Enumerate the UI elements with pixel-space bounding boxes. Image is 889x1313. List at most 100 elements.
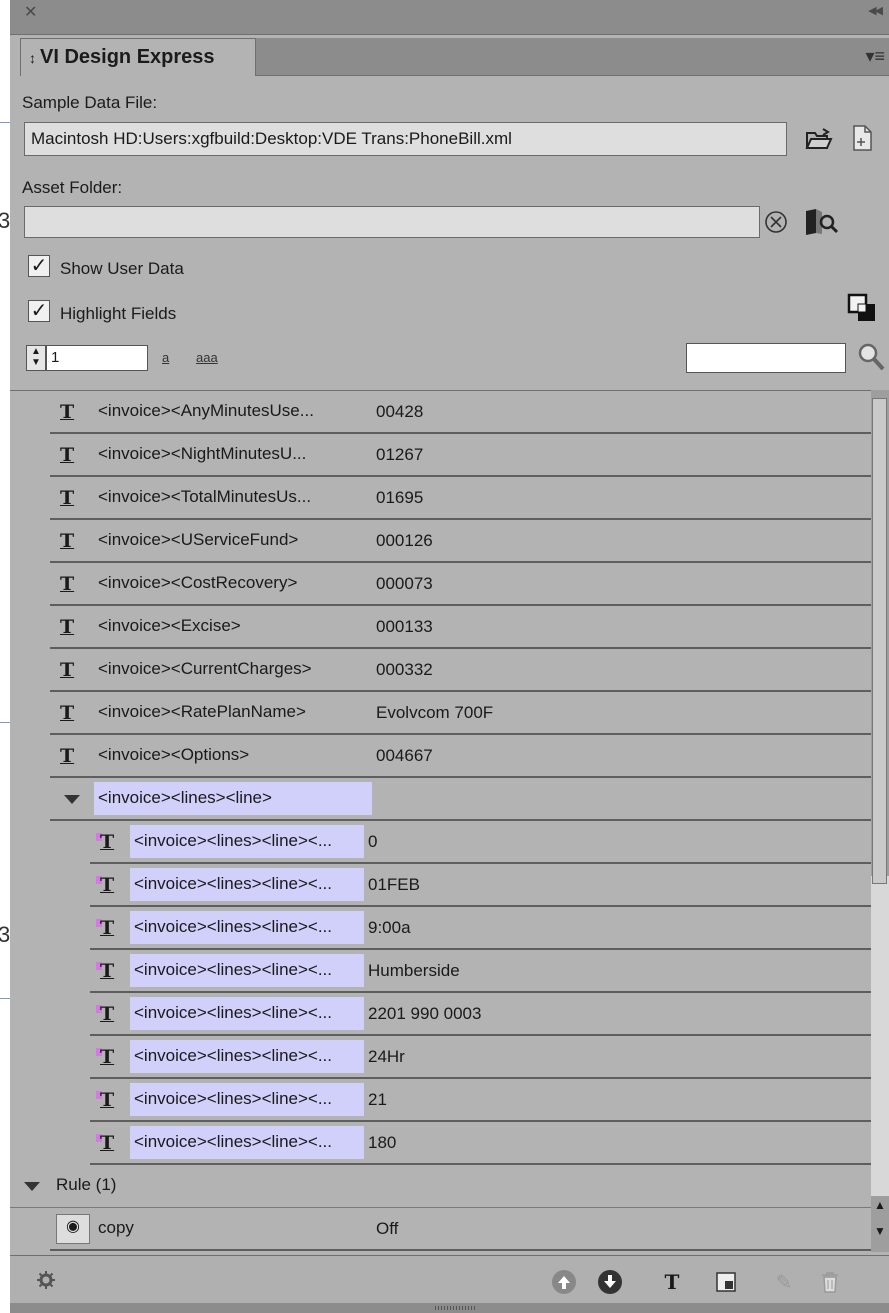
- arrow-up-circle-icon[interactable]: [550, 1268, 578, 1296]
- overlap-squares-icon[interactable]: [844, 290, 880, 326]
- field-value: 000126: [376, 531, 433, 550]
- field-key: <invoice><Options>: [98, 745, 250, 764]
- text-field-icon: T: [60, 573, 75, 595]
- field-value: 000073: [376, 574, 433, 593]
- arrow-down-circle-icon[interactable]: [596, 1268, 624, 1296]
- bg-guide-line: [0, 122, 10, 123]
- expand-triangle-icon[interactable]: [24, 1182, 40, 1191]
- asset-folder-field[interactable]: [24, 206, 760, 238]
- field-list-scrollbar[interactable]: ▲ ▼: [871, 390, 889, 1252]
- group-row-invoice-lines-line[interactable]: <invoice><lines><line>: [50, 778, 871, 821]
- rules-header-row[interactable]: Rule (1): [10, 1165, 871, 1208]
- field-key: <invoice><RatePlanName>: [98, 702, 306, 721]
- scrollbar-thumb[interactable]: [872, 398, 887, 884]
- tab-vi-design-express[interactable]: ↕ VI Design Express: [20, 38, 256, 76]
- field-key: <invoice><lines><line><...: [134, 917, 333, 936]
- scroll-down-icon[interactable]: ▼: [874, 1224, 886, 1238]
- field-key: <invoice><lines><line><...: [134, 1132, 333, 1151]
- text-field-icon: T: [100, 1003, 115, 1025]
- field-row[interactable]: T <invoice><lines><line><... 2201 990 0003: [90, 993, 871, 1036]
- panel-resize-bar[interactable]: [10, 1303, 889, 1313]
- field-value: Evolvcom 700F: [376, 703, 494, 722]
- highlight-fields-checkbox[interactable]: ✓: [28, 300, 50, 322]
- record-stepper[interactable]: ▲ ▼: [26, 345, 46, 371]
- field-value: 000133: [376, 617, 433, 636]
- field-row[interactable]: T <invoice><Excise> 000133: [50, 606, 871, 649]
- close-icon[interactable]: ✕: [24, 2, 37, 22]
- field-row[interactable]: T <invoice><Options> 004667: [50, 735, 871, 778]
- text-field-icon: T: [60, 616, 75, 638]
- text-field-icon: T: [60, 659, 75, 681]
- rule-state: Off: [376, 1219, 399, 1238]
- field-key: <invoice><CostRecovery>: [98, 573, 298, 592]
- field-value: Humberside: [368, 961, 460, 980]
- tab-title: VI Design Express: [40, 46, 215, 68]
- field-row[interactable]: T <invoice><lines><line><... 0: [90, 821, 871, 864]
- tab-updown-icon: ↕: [29, 49, 36, 66]
- text-field-icon: T: [100, 831, 115, 853]
- insert-graphic-icon[interactable]: [712, 1268, 740, 1296]
- new-file-icon[interactable]: [848, 122, 876, 154]
- field-key: <invoice><lines><line><...: [134, 1046, 333, 1065]
- field-row[interactable]: T <invoice><lines><line><... Humberside: [90, 950, 871, 993]
- edit-pencil-icon[interactable]: ✎: [770, 1268, 798, 1296]
- insert-text-field-icon[interactable]: T: [658, 1268, 686, 1296]
- field-row[interactable]: T <invoice><lines><line><... 24Hr: [90, 1036, 871, 1079]
- text-field-icon: T: [100, 917, 115, 939]
- field-key: <invoice><lines><line><...: [134, 1089, 333, 1108]
- sample-data-file-field[interactable]: Macintosh HD:Users:xgfbuild:Desktop:VDE …: [24, 122, 787, 156]
- field-row[interactable]: T <invoice><CostRecovery> 000073: [50, 563, 871, 606]
- field-row[interactable]: T <invoice><UServiceFund> 000126: [50, 520, 871, 563]
- clear-circle-x-icon[interactable]: [762, 208, 790, 236]
- field-key: <invoice><lines><line><...: [134, 874, 333, 893]
- record-number-input[interactable]: 1: [46, 345, 148, 371]
- panel-titlebar: ✕ ◀◀: [10, 0, 889, 35]
- field-value: 24Hr: [368, 1047, 405, 1066]
- text-field-icon: T: [100, 1132, 115, 1154]
- sample-case-button[interactable]: aaa: [196, 350, 218, 365]
- group-label: <invoice><lines><line>: [98, 788, 272, 807]
- field-row[interactable]: T <invoice><AnyMinutesUse... 00428: [50, 391, 871, 434]
- field-value: 01695: [376, 488, 424, 507]
- text-field-icon: T: [100, 1089, 115, 1111]
- trash-icon[interactable]: [816, 1268, 844, 1296]
- bg-guide-line: [0, 998, 10, 999]
- field-row[interactable]: T <invoice><RatePlanName> Evolvcom 700F: [50, 692, 871, 735]
- field-key: <invoice><CurrentCharges>: [98, 659, 312, 678]
- resize-grip-icon[interactable]: [435, 1306, 475, 1310]
- lowercase-button[interactable]: a: [162, 350, 169, 365]
- magnifier-icon[interactable]: [856, 340, 886, 374]
- field-row[interactable]: T <invoice><lines><line><... 9:00a: [90, 907, 871, 950]
- text-field-icon: T: [60, 444, 75, 466]
- bg-guide-line: [0, 722, 10, 723]
- panel-menu-icon[interactable]: ▾≡: [865, 46, 885, 67]
- scroll-up-icon[interactable]: ▲: [874, 1198, 886, 1212]
- field-row[interactable]: T <invoice><lines><line><... 180: [90, 1122, 871, 1165]
- double-chevron-icon[interactable]: ◀◀: [868, 4, 883, 17]
- browse-asset-icon[interactable]: [800, 206, 840, 238]
- expand-triangle-icon[interactable]: [64, 795, 80, 804]
- search-input[interactable]: [686, 343, 846, 373]
- rules-header-label: Rule (1): [56, 1175, 117, 1194]
- field-value: 21: [368, 1090, 387, 1109]
- field-row[interactable]: T <invoice><NightMinutesU... 01267: [50, 434, 871, 477]
- field-row[interactable]: T <invoice><CurrentCharges> 000332: [50, 649, 871, 692]
- show-user-data-checkbox[interactable]: ✓: [28, 255, 50, 277]
- field-value: 01267: [376, 445, 424, 464]
- field-row[interactable]: T <invoice><lines><line><... 21: [90, 1079, 871, 1122]
- field-row[interactable]: T <invoice><lines><line><... 01FEB: [90, 864, 871, 907]
- field-value: 2201 990 0003: [368, 1004, 482, 1023]
- rule-row[interactable]: ◉ copy Off: [50, 1208, 871, 1251]
- open-folder-icon[interactable]: [804, 124, 834, 154]
- text-field-icon: T: [60, 487, 75, 509]
- eye-icon[interactable]: ◉: [56, 1214, 90, 1244]
- field-row[interactable]: T <invoice><TotalMinutesUs... 01695: [50, 477, 871, 520]
- gear-icon[interactable]: [34, 1268, 58, 1292]
- field-value: 004667: [376, 746, 433, 765]
- show-user-data-label: Show User Data: [60, 259, 184, 278]
- field-value: 9:00a: [368, 918, 411, 937]
- bg-digit: 3: [0, 922, 11, 947]
- field-value: 000332: [376, 660, 433, 679]
- scrollbar-track[interactable]: [871, 876, 889, 1196]
- text-field-icon: T: [100, 874, 115, 896]
